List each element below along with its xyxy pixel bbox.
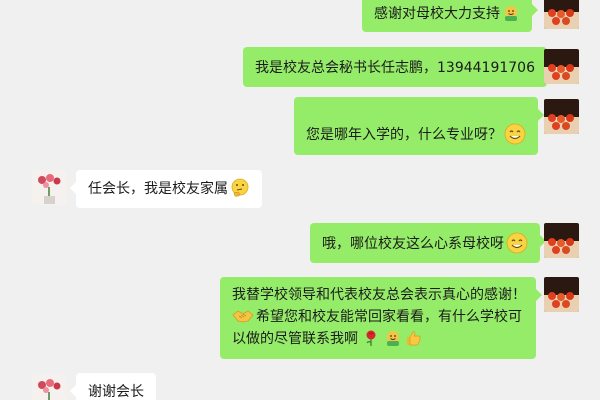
message-text: 我是校友总会秘书长任志鹏，13944191706 (255, 60, 535, 76)
self-avatar[interactable] (544, 0, 579, 29)
message-bubble[interactable]: 任会长，我是校友家属 (70, 170, 262, 208)
hug-emoji-icon (502, 4, 520, 22)
smile-emoji-icon (506, 232, 528, 254)
self-avatar[interactable] (544, 49, 579, 84)
handshake-emoji-icon (232, 307, 254, 325)
message-text: 感谢对母校大力支持 (374, 6, 500, 22)
smile-emoji-icon (504, 123, 526, 145)
message-text: 谢谢会长 (88, 384, 144, 400)
message-text: 任会长，我是校友家属 (88, 181, 228, 197)
contact-avatar[interactable] (32, 170, 67, 205)
thinking-emoji-icon (230, 178, 250, 198)
chat-window[interactable]: 感谢对母校大力支持 我是校友总会秘书长任志鹏，13944191706 您是哪年入… (0, 0, 600, 400)
message-text-line: 我替学校领导和代表校友总会表示真心的感谢！ (232, 287, 526, 303)
contact-avatar[interactable] (32, 375, 67, 400)
rose-emoji-icon (362, 329, 380, 347)
message-text-line: 希望您和校友能常回家看看，有什么学校可 (256, 309, 522, 325)
message-bubble[interactable]: 谢谢会长 (70, 373, 156, 400)
self-avatar[interactable] (544, 223, 579, 258)
message-bubble[interactable]: 感谢对母校大力支持 (362, 0, 538, 32)
hug-emoji-icon (384, 329, 402, 347)
message-bubble[interactable]: 我替学校领导和代表校友总会表示真心的感谢！ 希望您和校友能常回家看看，有什么学校… (220, 277, 542, 359)
message-text: 您是哪年入学的，什么专业呀？ (306, 127, 502, 143)
thumbs-up-emoji-icon (404, 329, 422, 347)
self-avatar[interactable] (544, 277, 579, 312)
message-text-line-3: 以做的尽管联系我啊 (232, 328, 524, 350)
self-avatar[interactable] (544, 99, 579, 134)
message-bubble[interactable]: 我是校友总会秘书长任志鹏，13944191706 (243, 47, 553, 87)
message-text-line: 以做的尽管联系我啊 (232, 331, 358, 347)
message-text-line-2: 希望您和校友能常回家看看，有什么学校可 (232, 306, 524, 328)
message-bubble[interactable]: 您是哪年入学的，什么专业呀？ (294, 97, 544, 155)
message-text: 哦，哪位校友这么心系母校呀 (322, 236, 504, 252)
message-bubble[interactable]: 哦，哪位校友这么心系母校呀 (310, 223, 546, 263)
